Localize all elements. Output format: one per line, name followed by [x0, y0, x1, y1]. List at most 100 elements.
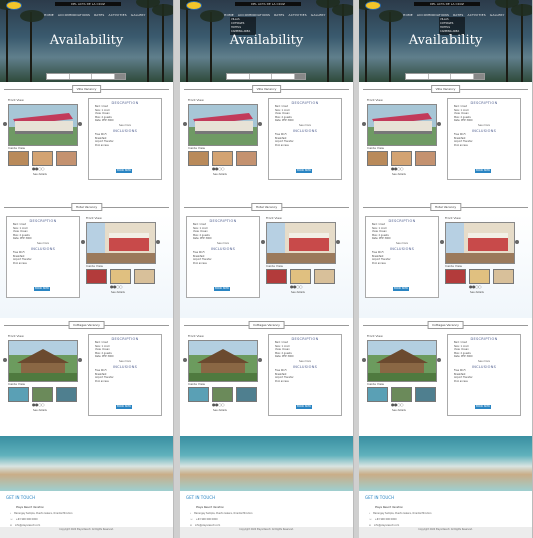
- thumbnail[interactable]: [56, 151, 77, 166]
- thumbnail[interactable]: [290, 269, 311, 284]
- prev-arrow-icon[interactable]: [3, 122, 7, 126]
- thumbnail[interactable]: [110, 269, 131, 284]
- thumbnail[interactable]: [469, 269, 490, 284]
- thumbnail[interactable]: [391, 387, 412, 402]
- see-more-link[interactable]: See more: [269, 360, 341, 363]
- see-details-link[interactable]: See details: [291, 291, 305, 294]
- thumbnail[interactable]: [236, 387, 257, 402]
- next-arrow-icon[interactable]: [437, 358, 441, 362]
- search-button[interactable]: [295, 74, 306, 79]
- thumbnail[interactable]: [367, 151, 388, 166]
- thumbnail[interactable]: [212, 151, 233, 166]
- carousel-dots[interactable]: ●●○○: [391, 166, 403, 171]
- thumbnail[interactable]: [493, 269, 514, 284]
- see-more-link[interactable]: See more: [448, 360, 520, 363]
- prev-arrow-icon[interactable]: [183, 358, 187, 362]
- nav-activities[interactable]: ACTIVITIES: [289, 13, 307, 17]
- next-arrow-icon[interactable]: [78, 122, 82, 126]
- book-now-button[interactable]: BOOK NOW: [475, 169, 491, 173]
- nav-activities[interactable]: ACTIVITIES: [109, 13, 127, 17]
- see-details-link[interactable]: See details: [392, 173, 406, 176]
- see-more-link[interactable]: See more: [89, 360, 161, 363]
- next-arrow-icon[interactable]: [78, 358, 82, 362]
- checkin-field[interactable]: [227, 74, 250, 79]
- guests-field[interactable]: [92, 74, 116, 79]
- thumbnail[interactable]: [134, 269, 155, 284]
- carousel-dots[interactable]: ●●○○: [212, 166, 224, 171]
- thumbnail[interactable]: [266, 269, 287, 284]
- resort-logo[interactable]: [365, 1, 381, 10]
- nav-activities[interactable]: ACTIVITIES: [468, 13, 486, 17]
- checkin-field[interactable]: [406, 74, 429, 79]
- book-now-button[interactable]: BOOK NOW: [116, 405, 132, 409]
- thumbnail[interactable]: [314, 269, 335, 284]
- carousel-dots[interactable]: ●●○○: [212, 402, 224, 407]
- thumbnail[interactable]: [236, 151, 257, 166]
- see-details-link[interactable]: See details: [470, 291, 484, 294]
- thumbnail[interactable]: [445, 269, 466, 284]
- prev-arrow-icon[interactable]: [183, 122, 187, 126]
- book-now-button[interactable]: BOOK NOW: [34, 287, 50, 291]
- next-arrow-icon[interactable]: [437, 122, 441, 126]
- resort-logo[interactable]: [186, 1, 202, 10]
- see-details-link[interactable]: See details: [213, 173, 227, 176]
- book-now-button[interactable]: BOOK NOW: [214, 287, 230, 291]
- carousel-dots[interactable]: ●●○○: [391, 402, 403, 407]
- see-more-link[interactable]: See more: [448, 124, 520, 127]
- thumbnail[interactable]: [32, 151, 53, 166]
- next-arrow-icon[interactable]: [336, 240, 340, 244]
- checkout-field[interactable]: [70, 74, 93, 79]
- prev-arrow-icon[interactable]: [3, 358, 7, 362]
- guests-field[interactable]: [451, 74, 475, 79]
- carousel-dots[interactable]: ●●○○: [290, 284, 302, 289]
- thumbnail[interactable]: [415, 151, 436, 166]
- nav-gallery[interactable]: GALLERY: [131, 13, 146, 17]
- prev-arrow-icon[interactable]: [261, 240, 265, 244]
- thumbnail[interactable]: [415, 387, 436, 402]
- book-now-button[interactable]: BOOK NOW: [296, 169, 312, 173]
- see-more-link[interactable]: See more: [366, 242, 438, 245]
- next-arrow-icon[interactable]: [258, 358, 262, 362]
- checkout-field[interactable]: [429, 74, 452, 79]
- thumbnail[interactable]: [8, 387, 29, 402]
- search-button[interactable]: [115, 74, 126, 79]
- thumbnail[interactable]: [188, 151, 209, 166]
- book-now-button[interactable]: BOOK NOW: [393, 287, 409, 291]
- next-arrow-icon[interactable]: [258, 122, 262, 126]
- nav-rates[interactable]: RATES: [274, 13, 284, 17]
- see-details-link[interactable]: See details: [33, 409, 47, 412]
- carousel-dots[interactable]: ●●○○: [469, 284, 481, 289]
- nav-gallery[interactable]: GALLERY: [311, 13, 326, 17]
- carousel-dots[interactable]: ●●○○: [110, 284, 122, 289]
- see-details-link[interactable]: See details: [213, 409, 227, 412]
- carousel-dots[interactable]: ●●○○: [32, 402, 44, 407]
- see-more-link[interactable]: See more: [187, 242, 259, 245]
- thumbnail[interactable]: [391, 151, 412, 166]
- see-more-link[interactable]: See more: [269, 124, 341, 127]
- book-now-button[interactable]: BOOK NOW: [296, 405, 312, 409]
- thumbnail[interactable]: [212, 387, 233, 402]
- see-details-link[interactable]: See details: [392, 409, 406, 412]
- see-details-link[interactable]: See details: [33, 173, 47, 176]
- see-details-link[interactable]: See details: [111, 291, 125, 294]
- next-arrow-icon[interactable]: [515, 240, 519, 244]
- see-more-link[interactable]: See more: [89, 124, 161, 127]
- thumbnail[interactable]: [8, 151, 29, 166]
- search-button[interactable]: [474, 74, 485, 79]
- thumbnail[interactable]: [32, 387, 53, 402]
- prev-arrow-icon[interactable]: [362, 358, 366, 362]
- prev-arrow-icon[interactable]: [440, 240, 444, 244]
- book-now-button[interactable]: BOOK NOW: [116, 169, 132, 173]
- carousel-dots[interactable]: ●●○○: [32, 166, 44, 171]
- prev-arrow-icon[interactable]: [362, 122, 366, 126]
- see-more-link[interactable]: See more: [7, 242, 79, 245]
- book-now-button[interactable]: BOOK NOW: [475, 405, 491, 409]
- next-arrow-icon[interactable]: [156, 240, 160, 244]
- nav-gallery[interactable]: GALLERY: [490, 13, 505, 17]
- nav-accommodations[interactable]: ACCOMMODATIONS: [58, 13, 90, 17]
- thumbnail[interactable]: [367, 387, 388, 402]
- nav-rates[interactable]: RATES: [94, 13, 104, 17]
- nav-home[interactable]: HOME: [44, 13, 54, 17]
- prev-arrow-icon[interactable]: [81, 240, 85, 244]
- checkin-field[interactable]: [47, 74, 70, 79]
